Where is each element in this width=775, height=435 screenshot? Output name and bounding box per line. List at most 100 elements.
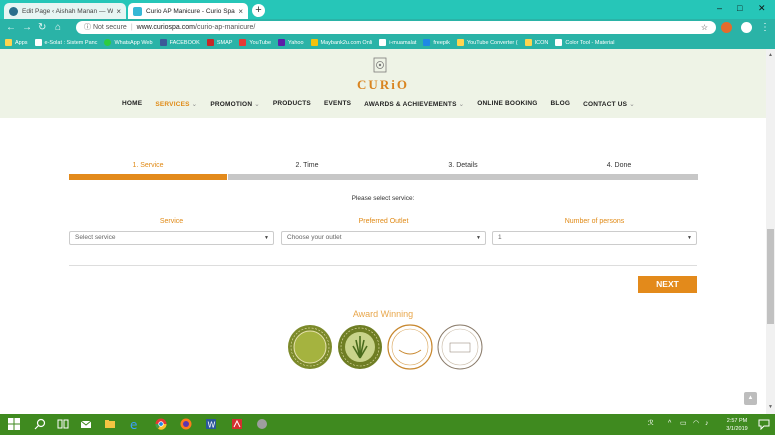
security-status: Not secure: [92, 24, 127, 31]
bookmark-whatsapp[interactable]: WhatsApp Web: [104, 39, 153, 46]
forward-icon[interactable]: →: [22, 22, 32, 33]
scroll-to-top-button[interactable]: ▲: [744, 392, 757, 405]
windows-start-icon[interactable]: [8, 418, 20, 430]
tab-title: Edit Page ‹ Aishah Manan — Wo: [22, 7, 114, 15]
bookmark-label: Yahoo: [288, 39, 304, 46]
main-nav: HOME SERVICES ⌄ PROMOTION ⌄ PRODUCTS EVENT…: [122, 100, 635, 108]
step-label-details: 3. Details: [448, 162, 478, 169]
battery-icon[interactable]: ▭: [680, 420, 687, 428]
maximize-icon[interactable]: □: [737, 3, 742, 13]
file-explorer-icon[interactable]: [104, 418, 116, 430]
bookmark-youtube[interactable]: YouTube: [239, 39, 271, 46]
persons-select[interactable]: 1 ▼: [492, 231, 697, 245]
nav-blog[interactable]: BLOG: [551, 100, 571, 108]
facebook-icon: [159, 39, 167, 46]
bookmark-icon-folder[interactable]: ICON: [524, 39, 549, 46]
task-view-icon[interactable]: [57, 418, 69, 430]
step-progress-details: [384, 174, 542, 180]
minimize-icon[interactable]: –: [717, 3, 722, 13]
system-clock[interactable]: 2:57 PM 3/1/2019: [722, 417, 752, 433]
imuamalat-icon: [379, 39, 387, 46]
bookmark-color-tool[interactable]: Color Tool - Material: [555, 39, 614, 46]
tab-curio-ap-manicure[interactable]: Curio AP Manicure - Curio Spa ×: [128, 3, 248, 19]
nav-products[interactable]: PRODUCTS: [273, 100, 311, 108]
tray-chevron-up-icon[interactable]: ^: [668, 420, 671, 428]
acrobat-icon[interactable]: [231, 418, 243, 430]
mail-icon[interactable]: [80, 418, 92, 430]
tab-edit-page[interactable]: Edit Page ‹ Aishah Manan — Wo ×: [4, 3, 126, 19]
nav-contact-us[interactable]: CONTACT US ⌄: [583, 100, 635, 108]
dropdown-arrow-icon: ▼: [264, 235, 269, 241]
chrome-icon[interactable]: [155, 418, 167, 430]
bookmark-facebook[interactable]: FACEBOOK: [159, 39, 200, 46]
bookmark-maybank[interactable]: Maybank2u.com Onli: [310, 39, 372, 46]
service-label: Service: [159, 218, 184, 225]
back-icon[interactable]: ←: [6, 22, 16, 33]
dropdown-arrow-icon: ▼: [476, 235, 481, 241]
close-window-icon[interactable]: ✕: [758, 3, 766, 14]
folder-icon: [456, 39, 464, 46]
bookmark-smap[interactable]: SMAP: [206, 39, 232, 46]
chevron-down-icon: ⌄: [629, 101, 635, 108]
next-button[interactable]: NEXT: [638, 276, 697, 293]
scroll-up-icon[interactable]: ▲: [768, 52, 773, 58]
profile-avatar[interactable]: [741, 22, 752, 33]
close-icon[interactable]: ×: [116, 7, 121, 16]
word-icon[interactable]: W: [205, 418, 217, 430]
site-logo[interactable]: CURiO: [350, 77, 416, 93]
bookmark-label: i-muamalat: [389, 39, 417, 46]
bookmarks-bar: Apps e-Solat : Sistem Panc WhatsApp Web …: [0, 36, 775, 49]
toolbar: ← → ↻ ⌂ ⓘ Not secure | www.curiospa.com/cu…: [0, 19, 775, 36]
bookmark-label: FACEBOOK: [169, 39, 200, 46]
notification-icon[interactable]: [758, 418, 770, 430]
nav-label: PROMOTION: [210, 101, 253, 108]
nav-awards[interactable]: AWARDS & ACHIEVEMENTS ⌄: [364, 100, 464, 108]
excellence-badge-icon: [387, 324, 433, 370]
volume-icon[interactable]: ♪: [705, 420, 709, 428]
nav-label: AWARDS & ACHIEVEMENTS: [364, 101, 457, 108]
close-icon[interactable]: ×: [238, 7, 243, 16]
bookmark-esolat[interactable]: e-Solat : Sistem Panc: [34, 39, 97, 46]
nav-events[interactable]: EVENTS: [324, 100, 351, 108]
scrollbar-thumb[interactable]: [767, 229, 774, 324]
outlet-select[interactable]: Choose your outlet ▼: [281, 231, 486, 245]
browser-titlebar: Edit Page ‹ Aishah Manan — Wo × Curio AP…: [0, 0, 775, 19]
new-tab-button[interactable]: +: [252, 4, 265, 17]
app-icon[interactable]: [256, 418, 268, 430]
bookmark-apps[interactable]: Apps: [5, 39, 28, 46]
search-icon[interactable]: [34, 418, 46, 430]
nav-label: EVENTS: [323, 100, 352, 107]
nav-services[interactable]: SERVICES ⌄: [155, 100, 197, 108]
firefox-icon[interactable]: [180, 418, 192, 430]
step-label-time: 2. Time: [295, 162, 319, 169]
bookmark-label: YouTube: [249, 39, 272, 46]
nav-promotion[interactable]: PROMOTION ⌄: [210, 100, 260, 108]
dropdown-arrow-icon: ▼: [687, 235, 692, 241]
step-label-done: 4. Done: [606, 162, 632, 169]
extension-icon[interactable]: [721, 22, 732, 33]
scroll-down-icon[interactable]: ▼: [768, 404, 773, 410]
nav-label: CONTACT US: [583, 101, 628, 108]
home-icon[interactable]: ⌂: [55, 22, 61, 33]
wifi-icon[interactable]: ◠: [693, 420, 699, 428]
youtube-icon: [239, 39, 247, 46]
address-bar[interactable]: ⓘ Not secure | www.curiospa.com/curio-ap-m…: [76, 21, 716, 34]
bookmark-freepik[interactable]: freepik: [423, 39, 450, 46]
service-select[interactable]: Select service ▼: [69, 231, 274, 245]
page-scrollbar[interactable]: ▲ ▼: [766, 49, 775, 414]
bookmark-yahoo[interactable]: Yahoo: [278, 39, 304, 46]
bookmark-star-icon[interactable]: ☆: [701, 21, 708, 34]
reload-icon[interactable]: ↻: [38, 22, 46, 33]
nav-home[interactable]: HOME: [122, 100, 142, 108]
nav-online-booking[interactable]: ONLINE BOOKING: [477, 100, 537, 108]
bookmark-youtube-converter[interactable]: YouTube Converter (: [456, 39, 518, 46]
info-icon[interactable]: ⓘ: [84, 24, 91, 31]
people-icon[interactable]: ℛ: [648, 420, 654, 428]
personaliti-badge-icon: [437, 324, 483, 370]
bookmark-imuamalat[interactable]: i-muamalat: [379, 39, 416, 46]
edge-icon[interactable]: e: [129, 418, 141, 430]
nav-label: BLOG: [550, 100, 571, 107]
menu-icon[interactable]: ⋮: [760, 22, 770, 33]
tab-title: Curio AP Manicure - Curio Spa: [146, 7, 235, 15]
bookmark-label: ICON: [534, 39, 549, 46]
